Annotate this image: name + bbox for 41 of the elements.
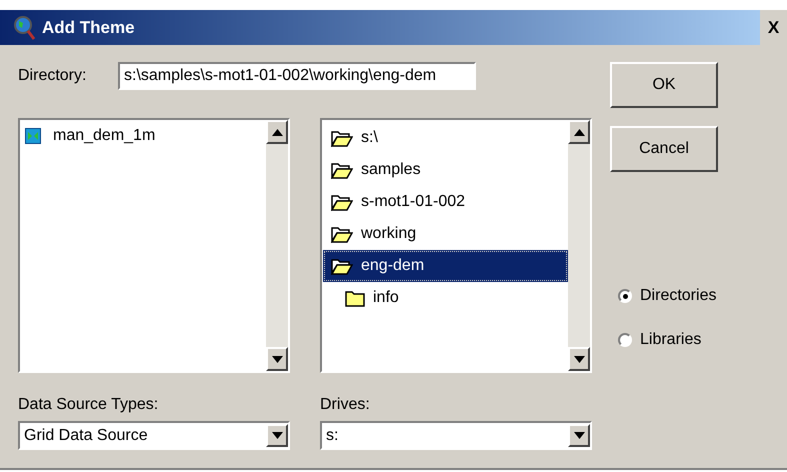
dropdown[interactable]: s: xyxy=(320,421,592,450)
scroll-up-button[interactable] xyxy=(266,120,288,144)
grid-layer-icon xyxy=(25,128,41,144)
folder-item[interactable]: s:\ xyxy=(323,122,568,154)
dropdown-arrow-button[interactable] xyxy=(266,424,288,447)
radio-button[interactable] xyxy=(618,289,632,303)
scroll-down-button[interactable] xyxy=(568,347,590,371)
up-arrow-icon xyxy=(272,128,282,136)
folder-icon xyxy=(345,289,365,307)
globe-magnifier-icon xyxy=(12,14,36,40)
ok-button[interactable]: OK xyxy=(610,62,718,108)
folder-item[interactable]: info xyxy=(323,282,568,314)
folder-item[interactable]: working xyxy=(323,218,568,250)
close-button[interactable]: X xyxy=(760,10,787,45)
open-folder-icon xyxy=(331,257,353,275)
open-folder-icon xyxy=(331,225,353,243)
open-folder-icon xyxy=(331,193,353,211)
directory-field[interactable]: s:\samples\s-mot1-01-002\working\eng-dem xyxy=(118,62,476,90)
dropdown-arrow-button[interactable] xyxy=(568,424,590,447)
cancel-button[interactable]: Cancel xyxy=(610,126,718,172)
window-title: Add Theme xyxy=(42,16,135,39)
field-label: Data Source Types: xyxy=(18,395,160,415)
radio-option[interactable]: Directories xyxy=(618,284,718,308)
radio-option[interactable]: Libraries xyxy=(618,328,718,352)
down-arrow-icon xyxy=(272,356,282,362)
field-label: Directory: xyxy=(18,66,88,86)
down-arrow-icon xyxy=(574,356,584,362)
file-item[interactable]: man_dem_1m xyxy=(21,121,266,151)
folder-item[interactable]: eng-dem xyxy=(323,250,568,282)
field-label: Drives: xyxy=(320,395,371,415)
folder-item[interactable]: s-mot1-01-002 xyxy=(323,186,568,218)
open-folder-icon xyxy=(331,161,353,179)
radio-button[interactable] xyxy=(618,333,632,347)
down-arrow-icon xyxy=(272,432,282,439)
up-arrow-icon xyxy=(574,128,584,136)
down-arrow-icon xyxy=(574,432,584,439)
dropdown[interactable]: Grid Data Source xyxy=(18,421,290,450)
scroll-down-button[interactable] xyxy=(266,347,288,371)
folder-item[interactable]: samples xyxy=(323,154,568,186)
scroll-up-button[interactable] xyxy=(568,120,590,144)
open-folder-icon xyxy=(331,129,353,147)
